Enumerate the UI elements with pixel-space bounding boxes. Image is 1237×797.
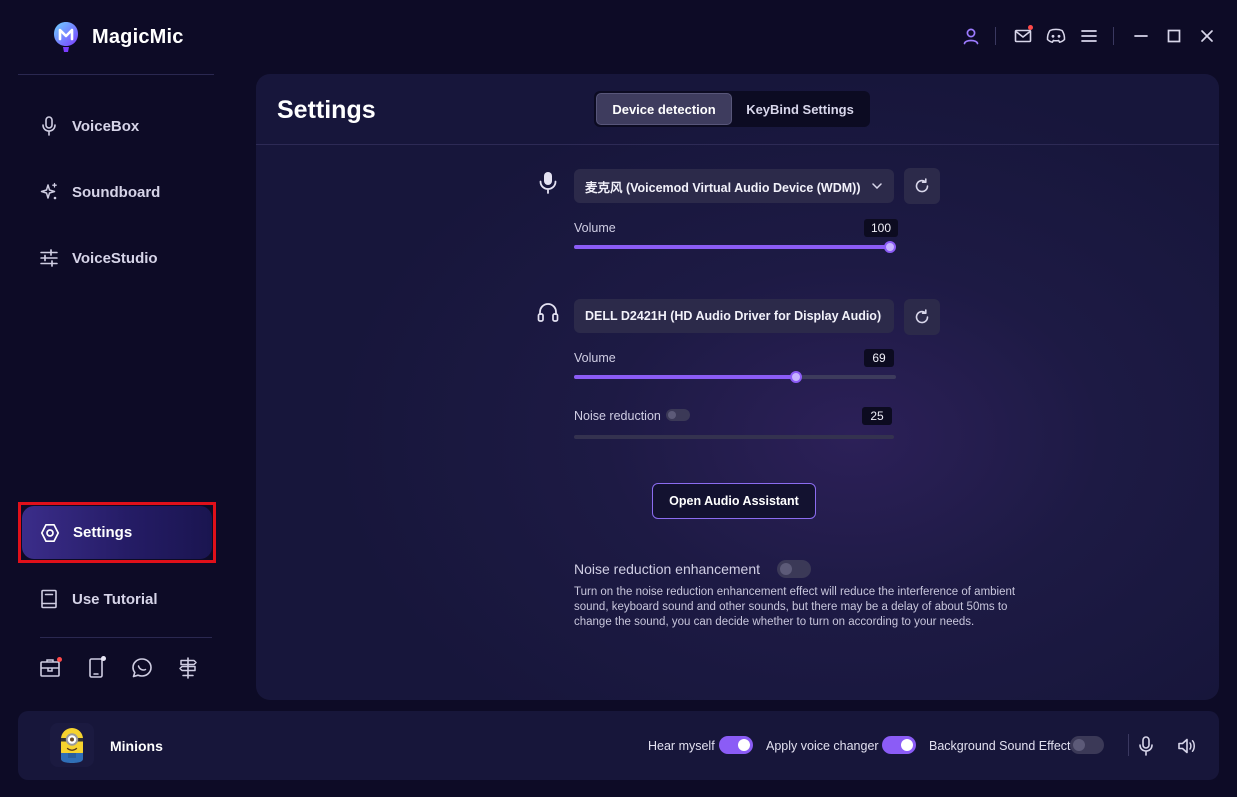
toggle-knob — [668, 411, 676, 419]
noise-reduction-slider — [574, 435, 894, 439]
input-device-value: 麦克风 (Voicemod Virtual Audio Device (WDM)… — [585, 180, 861, 195]
noise-reduction-enhancement-description: Turn on the noise reduction enhancement … — [574, 586, 1016, 628]
microphone-icon[interactable] — [1134, 734, 1158, 758]
sidebar-item-label: Soundboard — [72, 183, 161, 201]
apply-voice-changer-toggle[interactable] — [882, 736, 916, 754]
refresh-icon — [915, 309, 929, 324]
input-volume-value: 100 — [864, 219, 899, 237]
slider-thumb[interactable] — [790, 371, 803, 383]
background-sound-label: Background Sound Effect — [929, 739, 1071, 753]
chevron-down-icon — [872, 183, 882, 189]
noise-reduction-value: 25 — [862, 407, 892, 425]
sliders-icon — [38, 247, 60, 269]
page-title: Settings — [277, 96, 376, 124]
topbar-separator — [1113, 27, 1114, 45]
output-volume-value: 69 — [864, 349, 894, 367]
output-device-select[interactable]: DELL D2421H (HD Audio Driver for Display… — [574, 299, 894, 333]
header-divider — [256, 144, 1219, 145]
microphone-icon — [38, 115, 60, 137]
sidebar-item-label: Settings — [73, 524, 133, 541]
sparkle-icon — [38, 181, 60, 203]
hear-myself-toggle[interactable] — [719, 736, 753, 754]
input-volume-label: Volume — [574, 221, 616, 235]
logo-divider — [18, 74, 214, 75]
toggle-knob — [738, 739, 750, 751]
sidebar-item-label: VoiceBox — [72, 117, 140, 135]
noise-reduction-enhancement-label: Noise reduction enhancement — [574, 561, 761, 577]
minimize-icon[interactable] — [1129, 24, 1153, 48]
sidebar-bottom-tools — [38, 656, 200, 680]
notification-dot — [57, 657, 62, 662]
sidebar-item-settings[interactable]: Settings — [22, 506, 212, 559]
status-dot — [101, 656, 106, 661]
tab-keybind-settings[interactable]: KeyBind Settings — [732, 93, 868, 125]
sidebar-item-voicestudio[interactable]: VoiceStudio — [38, 247, 158, 269]
user-icon[interactable] — [959, 24, 983, 48]
mobile-icon[interactable] — [84, 656, 108, 680]
app-name: MagicMic — [92, 25, 184, 48]
input-device-select[interactable]: 麦克风 (Voicemod Virtual Audio Device (WDM)… — [574, 169, 894, 203]
headphones-icon — [535, 300, 561, 326]
maximize-icon[interactable] — [1162, 24, 1186, 48]
footer-separator — [1128, 734, 1129, 756]
chat-icon[interactable] — [130, 656, 154, 680]
slider-fill — [574, 375, 797, 379]
toggle-knob — [780, 563, 792, 575]
minion-avatar-icon — [50, 723, 94, 767]
magicmic-logo-icon — [54, 22, 78, 52]
output-device-value: DELL D2421H (HD Audio Driver for Display… — [585, 309, 882, 323]
tab-device-detection[interactable]: Device detection — [596, 93, 732, 125]
noise-reduction-toggle[interactable] — [666, 409, 690, 421]
app-logo: MagicMic — [52, 21, 184, 53]
microphone-icon — [535, 170, 561, 196]
refresh-icon — [915, 178, 929, 193]
chevron-down-icon — [881, 315, 882, 317]
settings-tabs: Device detection KeyBind Settings — [594, 91, 870, 127]
background-sound-toggle[interactable] — [1070, 736, 1104, 754]
toggle-knob — [1073, 739, 1085, 751]
noise-reduction-enhancement-toggle[interactable] — [777, 560, 811, 578]
sidebar-item-label: VoiceStudio — [72, 249, 158, 267]
output-volume-slider[interactable] — [574, 371, 896, 383]
discord-icon[interactable] — [1044, 24, 1068, 48]
slider-fill — [574, 245, 890, 249]
settings-icon — [39, 522, 61, 544]
speaker-icon[interactable] — [1175, 734, 1199, 758]
settings-panel: Settings Device detection KeyBind Settin… — [256, 74, 1219, 700]
toolbox-icon[interactable] — [38, 656, 62, 680]
footer-bar: Minions Hear myself Apply voice changer … — [18, 711, 1219, 780]
signpost-icon[interactable] — [176, 656, 200, 680]
sidebar-divider — [40, 637, 212, 638]
slider-thumb[interactable] — [884, 241, 896, 253]
output-volume-label: Volume — [574, 351, 616, 365]
toggle-knob — [901, 739, 913, 751]
topbar-separator — [995, 27, 996, 45]
menu-icon[interactable] — [1077, 24, 1101, 48]
notification-dot — [1028, 25, 1033, 30]
mail-icon[interactable] — [1011, 24, 1035, 48]
input-volume-slider[interactable] — [574, 241, 896, 253]
window-controls — [950, 24, 1219, 48]
current-voice-name: Minions — [110, 738, 163, 754]
sidebar-item-soundboard[interactable]: Soundboard — [38, 181, 160, 203]
hear-myself-label: Hear myself — [648, 739, 715, 753]
output-refresh-button[interactable] — [904, 299, 940, 335]
sidebar-item-label: Use Tutorial — [72, 590, 158, 608]
input-refresh-button[interactable] — [904, 168, 940, 204]
sidebar-item-voicebox[interactable]: VoiceBox — [38, 115, 139, 137]
book-icon — [38, 588, 60, 610]
noise-reduction-label: Noise reduction — [574, 409, 661, 423]
sidebar-item-use-tutorial[interactable]: Use Tutorial — [38, 588, 158, 610]
close-icon[interactable] — [1195, 24, 1219, 48]
apply-voice-changer-label: Apply voice changer — [766, 739, 879, 753]
open-audio-assistant-button[interactable]: Open Audio Assistant — [652, 483, 816, 519]
avatar[interactable] — [50, 723, 94, 767]
